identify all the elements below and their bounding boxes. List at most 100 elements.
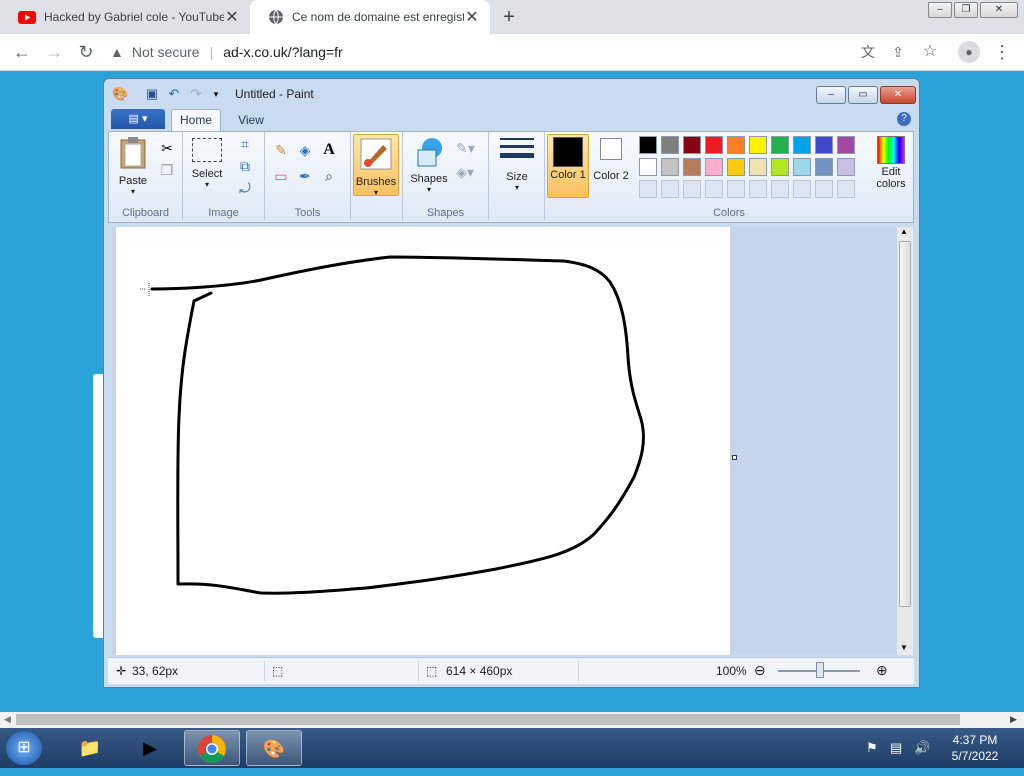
palette-swatch[interactable] [771, 136, 789, 154]
brushes-button[interactable]: Brushes ▾ [353, 134, 399, 197]
customize-toolbar-icon[interactable]: ▾ [208, 86, 224, 102]
page-horizontal-scrollbar[interactable]: ◀ ▶ [0, 712, 1024, 728]
horizontal-scroll-thumb[interactable] [16, 714, 960, 725]
outline-icon[interactable]: ✎▾ [455, 138, 475, 158]
custom-color-slot[interactable] [815, 180, 833, 198]
scroll-right-icon[interactable]: ▶ [1010, 714, 1017, 725]
palette-swatch[interactable] [705, 158, 723, 176]
rotate-icon[interactable]: ⤾ [235, 178, 255, 198]
profile-avatar-icon[interactable]: ● [958, 41, 980, 63]
tab-close-icon[interactable]: ✕ [464, 7, 480, 27]
palette-swatch[interactable] [705, 136, 723, 154]
security-label[interactable]: Not secure [132, 44, 200, 60]
palette-swatch[interactable] [837, 158, 855, 176]
scroll-down-icon[interactable]: ▼ [900, 643, 908, 652]
palette-swatch[interactable] [639, 158, 657, 176]
forward-arrow-icon[interactable]: → [44, 42, 64, 62]
palette-swatch[interactable] [793, 158, 811, 176]
close-button[interactable]: ✕ [980, 2, 1018, 18]
chrome-taskbar-button[interactable] [184, 730, 240, 766]
zoom-out-icon[interactable]: ⊖ [754, 662, 766, 679]
redo-icon[interactable]: ↷ [188, 86, 204, 102]
palette-swatch[interactable] [815, 158, 833, 176]
size-button[interactable]: Size ▾ [495, 136, 539, 192]
zoom-in-icon[interactable]: ⊕ [876, 662, 888, 679]
paste-dropdown-icon[interactable]: ▾ [113, 187, 153, 196]
pencil-icon[interactable]: ✎ [271, 140, 291, 160]
paste-button[interactable]: Paste ▾ [113, 136, 153, 196]
palette-swatch[interactable] [683, 158, 701, 176]
fill-icon[interactable]: ◈▾ [455, 162, 475, 182]
shapes-dropdown-icon[interactable]: ▾ [407, 185, 451, 194]
volume-icon[interactable]: 🔊 [914, 740, 930, 756]
custom-color-slot[interactable] [705, 180, 723, 198]
back-arrow-icon[interactable]: ← [12, 42, 32, 62]
scroll-left-icon[interactable]: ◀ [4, 714, 11, 725]
canvas-resize-handle[interactable] [732, 455, 737, 460]
action-center-icon[interactable]: ⚑ [866, 740, 878, 756]
start-button[interactable]: ⊞ [6, 731, 42, 765]
reload-icon[interactable]: ↻ [76, 42, 96, 62]
custom-color-slot[interactable] [749, 180, 767, 198]
paint-taskbar-button[interactable]: 🎨 [246, 730, 302, 766]
edit-colors-button[interactable]: Edit colors [871, 136, 911, 190]
palette-swatch[interactable] [661, 136, 679, 154]
custom-color-slot[interactable] [661, 180, 679, 198]
palette-swatch[interactable] [661, 158, 679, 176]
undo-icon[interactable]: ↶ [166, 86, 182, 102]
select-dropdown-icon[interactable]: ▾ [187, 180, 227, 189]
text-tool-icon[interactable]: A [319, 140, 339, 160]
fill-bucket-icon[interactable]: ◈ [295, 140, 315, 160]
canvas-vertical-scrollbar[interactable]: ▲ ▼ [897, 227, 913, 655]
restore-button[interactable]: ❐ [954, 2, 978, 18]
eraser-icon[interactable]: ▭ [271, 166, 291, 186]
custom-color-slot[interactable] [771, 180, 789, 198]
palette-swatch[interactable] [749, 136, 767, 154]
menu-kebab-icon[interactable]: ⋮ [992, 42, 1012, 62]
brushes-dropdown-icon[interactable]: ▾ [354, 188, 398, 197]
explorer-icon[interactable]: 📁 [62, 730, 118, 766]
custom-color-slot[interactable] [639, 180, 657, 198]
warning-icon[interactable]: ▲ [110, 44, 124, 60]
palette-swatch[interactable] [727, 136, 745, 154]
paint-maximize-button[interactable]: ▭ [848, 86, 878, 104]
palette-swatch[interactable] [793, 136, 811, 154]
custom-color-slot[interactable] [837, 180, 855, 198]
paint-menu-button[interactable]: ▤ ▾ [111, 109, 165, 129]
crop-icon[interactable]: ⌗ [235, 134, 255, 154]
palette-swatch[interactable] [837, 136, 855, 154]
color2-button[interactable]: Color 2 [591, 136, 631, 182]
palette-swatch[interactable] [683, 136, 701, 154]
palette-swatch[interactable] [749, 158, 767, 176]
help-icon[interactable]: ? [897, 112, 911, 126]
system-clock[interactable]: 4:37 PM 5/7/2022 [940, 732, 1010, 764]
magnifier-icon[interactable]: ⌕ [319, 166, 339, 186]
scroll-thumb[interactable] [899, 241, 911, 607]
zoom-slider-thumb[interactable] [816, 662, 824, 678]
palette-swatch[interactable] [639, 136, 657, 154]
cut-icon[interactable]: ✂ [157, 138, 177, 158]
tab-domain[interactable]: Ce nom de domaine est enregistré ✕ [250, 0, 490, 34]
palette-swatch[interactable] [815, 136, 833, 154]
address-bar[interactable]: ▲ Not secure | ad-x.co.uk/?lang=fr [110, 40, 850, 64]
url-text[interactable]: ad-x.co.uk/?lang=fr [223, 44, 342, 60]
tab-view[interactable]: View [229, 109, 273, 131]
bookmark-star-icon[interactable]: ☆ [920, 42, 940, 62]
save-icon[interactable]: ▣ [144, 86, 160, 102]
shapes-button[interactable]: Shapes ▾ [407, 136, 451, 194]
size-dropdown-icon[interactable]: ▾ [495, 183, 539, 192]
media-player-icon[interactable]: ▶ [122, 730, 178, 766]
scroll-up-icon[interactable]: ▲ [900, 227, 908, 236]
select-button[interactable]: Select ▾ [187, 138, 227, 189]
new-tab-button[interactable]: + [498, 6, 520, 28]
paint-close-button[interactable]: ✕ [880, 86, 916, 104]
tab-close-icon[interactable]: ✕ [224, 7, 240, 27]
minimize-button[interactable]: – [928, 2, 952, 18]
translate-icon[interactable]: 文 [858, 42, 878, 62]
paint-minimize-button[interactable]: – [816, 86, 846, 104]
tab-home[interactable]: Home [171, 109, 221, 131]
tab-youtube[interactable]: Hacked by Gabriel cole - YouTube ✕ [0, 0, 250, 34]
share-icon[interactable]: ⇪ [888, 42, 908, 62]
custom-color-slot[interactable] [683, 180, 701, 198]
custom-color-slot[interactable] [727, 180, 745, 198]
